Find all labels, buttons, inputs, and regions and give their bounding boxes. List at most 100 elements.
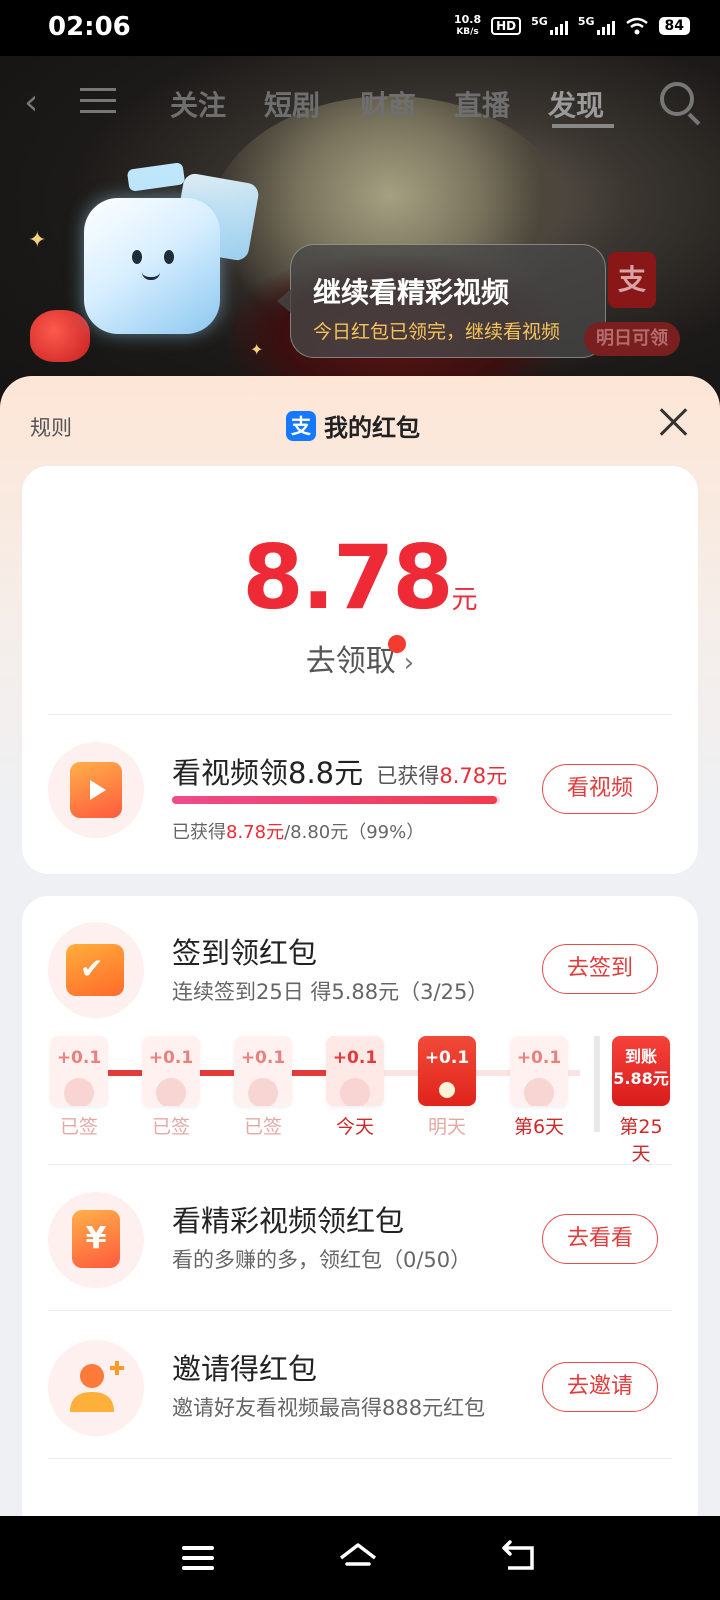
video-task-progress-fill [172, 796, 497, 804]
video-task-title-text: 看视频领8.8元 [172, 756, 364, 790]
watch-more-button[interactable]: 去看看 [542, 1214, 658, 1264]
status-time: 02:06 [48, 12, 131, 42]
sparkle-icon: ✦ [250, 340, 264, 359]
checkin-day-final: 到账 5.88元 第25天 [612, 1036, 670, 1166]
video-task-earned-value: 8.78元 [439, 764, 508, 788]
invite-task-icon-bg [48, 1340, 144, 1436]
day-label: 已签 [151, 1116, 190, 1138]
day-label: 今天 [335, 1116, 374, 1138]
mascot-image [84, 162, 261, 334]
video-task-progress [172, 796, 500, 804]
search-icon[interactable] [660, 82, 694, 116]
watch-task-icon-bg: ¥ [48, 1192, 144, 1288]
sim2-label: 5G [577, 15, 595, 28]
back-icon[interactable]: ‹ [24, 82, 38, 123]
red-packet-icon[interactable]: 支 [608, 252, 656, 308]
day-label: 第25天 [619, 1116, 663, 1165]
day-label: 第6天 [513, 1116, 565, 1138]
invite-button[interactable]: 去邀请 [542, 1362, 658, 1412]
final-day-line1: 到账 [624, 1047, 657, 1066]
day-label: 明天 [427, 1116, 466, 1138]
sim1-label: 5G [531, 15, 548, 28]
claim-label: 去领取 [305, 644, 396, 679]
system-nav-bar [0, 1516, 720, 1600]
balance-value: 8.78 [242, 526, 453, 629]
tab-discover[interactable]: 发现 [548, 84, 604, 124]
recent-apps-icon[interactable] [182, 1546, 214, 1576]
watch-task-title: 看精彩视频领红包 [172, 1204, 405, 1238]
promo-bubble[interactable]: 继续看精彩视频 今日红包已领完，继续看视频 [277, 244, 606, 358]
checkin-button[interactable]: 去签到 [542, 944, 658, 994]
menu-icon[interactable] [80, 88, 116, 114]
day-reward: +0.1 [516, 1048, 562, 1068]
tasks-card: 签到领红包 连续签到25日 得5.88元（3/25） 去签到 +0.1 已签 +… [22, 896, 698, 1516]
back-nav-icon[interactable] [500, 1540, 536, 1574]
network-speed-value: 10.8 [453, 13, 482, 26]
day-label: 已签 [243, 1116, 282, 1138]
day-label: 已签 [59, 1116, 98, 1138]
top-nav: ‹ 关注 短剧 财商 直播 发现 [0, 78, 720, 128]
calendar-icon [66, 944, 124, 996]
network-speed-unit: KB/s [456, 27, 479, 37]
checkin-days: +0.1 已签 +0.1 已签 +0.1 已签 +0.1 今天 +0.1 明天 … [50, 1036, 670, 1165]
progress-suffix: /8.80元（99%） [284, 822, 425, 843]
checkin-title: 签到领红包 [172, 936, 318, 970]
battery-icon: 84 [658, 17, 690, 35]
checkin-day-today[interactable]: +0.1 今天 [326, 1036, 384, 1139]
video-task-progress-text: 已获得8.78元/8.80元（99%） [172, 818, 424, 844]
video-task-title: 看视频领8.8元 已获得8.78元 [172, 750, 507, 792]
scroll-divider [594, 1036, 600, 1132]
sparkle-icon: ✦ [28, 228, 47, 253]
sheet-title: 支 我的红包 [286, 408, 420, 443]
invite-task-title: 邀请得红包 [172, 1352, 318, 1386]
divider [48, 1458, 672, 1459]
add-friend-icon [70, 1361, 124, 1412]
status-icons: 10.8 KB/s HD 5G 5G 84 [454, 14, 690, 38]
rules-link[interactable]: 规则 [30, 412, 72, 442]
watch-video-button[interactable]: 看视频 [542, 764, 658, 814]
checkin-subtitle: 连续签到25日 得5.88元（3/25） [172, 980, 489, 1004]
status-bar: 02:06 10.8 KB/s HD 5G 5G 84 [0, 0, 720, 56]
divider [48, 1164, 672, 1165]
checkin-day-tomorrow: +0.1 明天 [418, 1036, 476, 1139]
promo-subtitle: 今日红包已领完，继续看视频 [313, 321, 561, 343]
signal-icon-sim2: 5G [577, 15, 615, 35]
checkin-day: +0.1 已签 [142, 1036, 200, 1139]
claim-button[interactable]: 去领取 › [22, 635, 698, 680]
day-reward: +0.1 [148, 1048, 194, 1068]
chevron-right-icon: › [403, 648, 415, 678]
divider [48, 1310, 672, 1311]
checkin-day: +0.1 第6天 [510, 1036, 568, 1139]
tomorrow-claim-label: 明日可领 [584, 322, 680, 356]
divider [48, 714, 672, 715]
home-icon[interactable] [338, 1540, 378, 1574]
invite-task-subtitle: 邀请好友看视频最高得888元红包 [172, 1396, 486, 1420]
progress-value: 8.78元 [226, 822, 285, 843]
day-reward: +0.1 [424, 1048, 470, 1068]
video-task-icon-bg [48, 742, 144, 838]
balance-card: 8.78元 去领取 › 看视频领8.8元 已获得8.78元 已获得8.78元/8.… [22, 466, 698, 874]
day-reward: +0.1 [56, 1048, 102, 1068]
tab-short-drama[interactable]: 短剧 [264, 84, 320, 124]
day-reward: +0.1 [332, 1048, 378, 1068]
watch-task-subtitle: 看的多赚的多，领红包（0/50） [172, 1248, 472, 1272]
tab-live[interactable]: 直播 [454, 84, 510, 124]
lucky-bag-icon [30, 310, 90, 362]
active-tab-indicator [552, 124, 614, 128]
hd-icon: HD [491, 17, 522, 35]
play-icon [70, 762, 122, 818]
red-packet-sheet: 规则 支 我的红包 8.78元 去领取 › 看视频领8.8元 已获得8.78元 已… [0, 376, 720, 1516]
checkin-icon-bg [48, 922, 144, 1018]
close-button[interactable] [656, 404, 692, 440]
tab-follow[interactable]: 关注 [170, 84, 226, 124]
progress-prefix: 已获得 [172, 822, 226, 843]
day-reward: +0.1 [240, 1048, 286, 1068]
notification-dot [387, 635, 406, 653]
final-day-line2: 5.88元 [613, 1069, 669, 1088]
alipay-icon: 支 [286, 410, 316, 441]
wifi-icon [625, 17, 648, 35]
yuan-icon: ¥ [72, 1210, 120, 1268]
tab-finance[interactable]: 财商 [360, 84, 416, 124]
balance-amount: 8.78元 [22, 526, 698, 629]
signal-icon-sim1: 5G [531, 15, 568, 35]
